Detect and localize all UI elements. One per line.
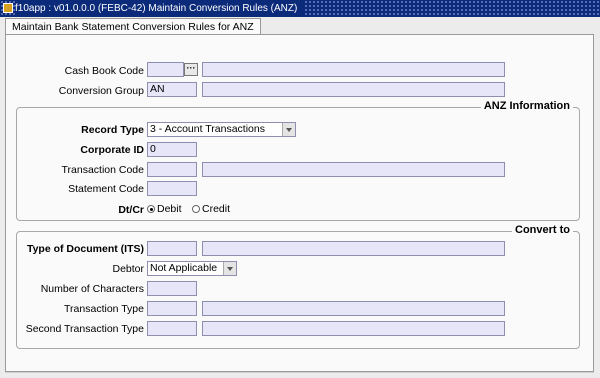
- conversion-group-description-input[interactable]: [202, 82, 505, 97]
- transaction-type-label: Transaction Type: [64, 303, 144, 315]
- credit-radio-label: Credit: [202, 203, 231, 215]
- transaction-type-description-input[interactable]: [202, 301, 505, 316]
- convert-to-group: Convert to Type of Document (ITS) Debtor…: [16, 224, 580, 349]
- status-divider: [5, 372, 594, 373]
- form-pane: Cash Book Code ··· Conversion Group AN A…: [5, 34, 594, 372]
- transaction-code-label: Transaction Code: [61, 164, 145, 176]
- cash-book-code-label: Cash Book Code: [64, 65, 144, 77]
- corporate-id-input[interactable]: 0: [147, 142, 197, 157]
- debit-radio[interactable]: Debit: [147, 203, 182, 215]
- statement-code-input[interactable]: [147, 181, 197, 196]
- transaction-code-input[interactable]: [147, 162, 197, 177]
- type-of-document-description-input[interactable]: [202, 241, 505, 256]
- record-type-value: 3 - Account Transactions: [150, 123, 265, 135]
- tab-strip: Maintain Bank Statement Conversion Rules…: [0, 17, 600, 35]
- radio-unselected-icon: [192, 205, 200, 213]
- tab-maintain-rules[interactable]: Maintain Bank Statement Conversion Rules…: [5, 18, 261, 35]
- app-icon: [3, 3, 13, 13]
- conversion-group-input[interactable]: AN: [147, 82, 197, 97]
- type-of-document-input[interactable]: [147, 241, 197, 256]
- chevron-down-icon[interactable]: [223, 262, 236, 275]
- corporate-id-label: Corporate ID: [80, 144, 144, 156]
- conversion-group-label: Conversion Group: [58, 85, 144, 97]
- cash-book-description-input[interactable]: [202, 62, 505, 77]
- radio-selected-icon: [147, 205, 155, 213]
- second-transaction-type-label: Second Transaction Type: [25, 323, 144, 335]
- debtor-value: Not Applicable: [150, 262, 218, 274]
- number-of-characters-input[interactable]: [147, 281, 197, 296]
- statement-code-label: Statement Code: [68, 183, 144, 195]
- number-of-characters-label: Number of Characters: [40, 283, 144, 295]
- transaction-code-description-input[interactable]: [202, 162, 505, 177]
- transaction-type-input[interactable]: [147, 301, 197, 316]
- second-transaction-type-input[interactable]: [147, 321, 197, 336]
- record-type-label: Record Type: [81, 124, 144, 136]
- debtor-label: Debtor: [112, 263, 144, 275]
- cash-book-code-input[interactable]: [147, 62, 184, 77]
- anz-information-title: ANZ Information: [480, 100, 573, 112]
- second-transaction-type-description-input[interactable]: [202, 321, 505, 336]
- debit-radio-label: Debit: [157, 203, 182, 215]
- ellipsis-icon[interactable]: ···: [184, 63, 198, 76]
- convert-to-title: Convert to: [512, 224, 573, 236]
- window-title: f10app : v01.0.0.0 (FEBC-42) Maintain Co…: [15, 0, 304, 17]
- debtor-select[interactable]: Not Applicable: [147, 261, 237, 276]
- credit-radio[interactable]: Credit: [192, 203, 230, 215]
- type-of-document-label: Type of Document (ITS): [26, 243, 144, 255]
- anz-information-group: ANZ Information Record Type 3 - Account …: [16, 100, 580, 221]
- chevron-down-icon[interactable]: [282, 123, 295, 136]
- record-type-select[interactable]: 3 - Account Transactions: [147, 122, 296, 137]
- dt-cr-label: Dt/Cr: [118, 204, 144, 216]
- window-titlebar: f10app : v01.0.0.0 (FEBC-42) Maintain Co…: [0, 0, 600, 17]
